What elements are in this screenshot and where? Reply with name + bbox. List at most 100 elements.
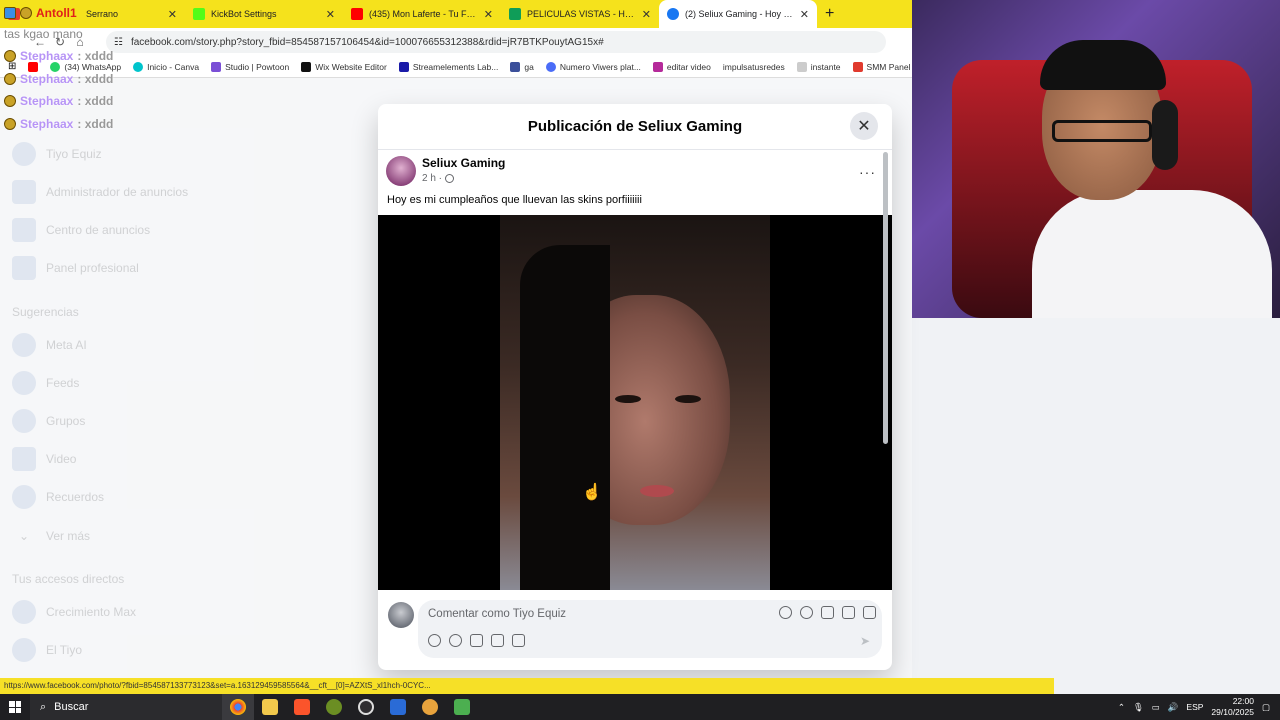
bookmark-canva[interactable]: Inicio - Canva: [133, 61, 199, 72]
taskbar-explorer[interactable]: [254, 694, 286, 720]
kick-favicon-icon: [193, 8, 205, 20]
chat-text: : xddd: [77, 94, 114, 108]
comment-tools-row: [428, 634, 525, 647]
post-video[interactable]: ☝: [378, 215, 892, 590]
post-modal: Publicación de Seliux Gaming ✕ Seliux Ga…: [378, 104, 892, 670]
viwers-icon: [545, 61, 556, 72]
site-info-icon[interactable]: ☷: [114, 37, 123, 48]
bookmark-wix[interactable]: Wix Website Editor: [301, 61, 387, 72]
emoji-icon: [4, 73, 16, 85]
scrollbar[interactable]: [883, 152, 888, 444]
bookmark-streamelements[interactable]: Streamelements Lab...: [398, 61, 499, 72]
tab-close-icon[interactable]: ✕: [326, 8, 335, 21]
windows-icon: [9, 701, 21, 713]
bookmark-viwers[interactable]: Numero Viwers plat...: [545, 61, 641, 72]
clock[interactable]: 22:00 29/10/2025: [1211, 696, 1254, 718]
bookmark-editar-video[interactable]: editar video: [652, 61, 711, 72]
webcam-person: [1032, 190, 1272, 318]
chat-username: Stephaax: [20, 49, 74, 63]
bookmark-label: Streamelements Lab...: [412, 61, 499, 72]
microphone-icon[interactable]: 🎙: [1133, 702, 1144, 713]
chat-username: Stephaax: [20, 94, 74, 108]
sticker-icon[interactable]: [863, 606, 876, 619]
tab-facebook[interactable]: (2) Seliux Gaming - Hoy es mi c ✕: [659, 0, 817, 28]
wix-icon: [301, 61, 312, 72]
tab-close-icon[interactable]: ✕: [642, 8, 651, 21]
bookmark-ga[interactable]: ga: [510, 61, 534, 72]
avatar-sticker-icon[interactable]: [428, 634, 441, 647]
avatar[interactable]: [386, 156, 416, 186]
bookmark-powtoon[interactable]: Studio | Powtoon: [211, 61, 289, 72]
search-icon: ⌕: [40, 700, 47, 713]
chat-line: Stephaax: xddd: [4, 94, 113, 108]
bookmark-youtube[interactable]: [28, 61, 39, 72]
taskbar-chrome[interactable]: [222, 694, 254, 720]
bookmark-label: ga: [524, 61, 534, 72]
facebook-favicon-icon: [667, 8, 679, 20]
taskbar-obs[interactable]: [350, 694, 382, 720]
start-button[interactable]: [0, 694, 30, 720]
taskbar-search[interactable]: ⌕ Buscar: [30, 694, 222, 720]
hand-cursor-icon: ☝: [582, 484, 602, 501]
chat-username: Antoll1: [36, 6, 77, 20]
close-icon[interactable]: ✕: [850, 112, 878, 140]
url-text: facebook.com/story.php?story_fbid=854587…: [130, 36, 604, 48]
taskbar-app-4[interactable]: [318, 694, 350, 720]
powtoon-icon: [211, 61, 222, 72]
youtube-favicon-icon: [351, 8, 363, 20]
modal-title: Publicación de Seliux Gaming: [527, 118, 743, 135]
tab-kickbot[interactable]: KickBot Settings ✕: [185, 0, 343, 28]
tab-sheets[interactable]: PELICULAS VISTAS - Hojas de c ✕: [501, 0, 659, 28]
taskbar-app-7[interactable]: [414, 694, 446, 720]
notifications-icon[interactable]: ▢: [1262, 702, 1270, 713]
avatar[interactable]: [388, 602, 414, 628]
tab-label: (435) Mon Laferte - Tu Falta De: [369, 9, 478, 19]
tab-youtube[interactable]: (435) Mon Laferte - Tu Falta De ✕: [343, 0, 501, 28]
post-time[interactable]: 2 h ·: [422, 173, 442, 184]
taskbar-brave[interactable]: [286, 694, 318, 720]
emoji-icon[interactable]: [800, 606, 813, 619]
taskbar-search-label: Buscar: [54, 701, 89, 713]
bookmark-label: Wix Website Editor: [315, 61, 387, 72]
post-header: Seliux Gaming 2 h ·: [386, 156, 505, 186]
gif-icon[interactable]: [491, 634, 504, 647]
video-lips: [640, 485, 674, 497]
chat-message: tas kgao mano: [4, 27, 83, 41]
camera-icon[interactable]: [821, 606, 834, 619]
comment-composer: Comentar como Tiyo Equiz ➤: [388, 600, 882, 660]
system-tray: ⌃ 🎙 ▭ 🔊 ESP 22:00 29/10/2025 ▢: [1118, 694, 1280, 720]
send-icon[interactable]: ➤: [860, 634, 870, 648]
emoji-icon[interactable]: [449, 634, 462, 647]
folder-icon: [262, 699, 278, 715]
video-eye: [615, 395, 641, 403]
taskbar-app-8[interactable]: [446, 694, 478, 720]
chevron-up-icon[interactable]: ⌃: [1118, 702, 1125, 713]
comment-input[interactable]: Comentar como Tiyo Equiz ➤: [418, 600, 882, 658]
gif-icon[interactable]: [842, 606, 855, 619]
bookmark-label: (34) WhatsApp: [64, 61, 122, 72]
tab-label: PELICULAS VISTAS - Hojas de c: [527, 9, 636, 19]
comment-placeholder: Comentar como Tiyo Equiz: [428, 608, 567, 620]
bookmark-label: impulsatusredes: [722, 61, 785, 72]
volume-icon[interactable]: 🔊: [1168, 702, 1179, 713]
bookmark-impulsatusredes[interactable]: impulsatusredes: [723, 62, 785, 72]
post-author[interactable]: Seliux Gaming: [422, 156, 505, 170]
language-indicator[interactable]: ESP: [1186, 702, 1203, 712]
bookmark-whatsapp[interactable]: (34) WhatsApp: [50, 61, 122, 72]
taskbar: ⌕ Buscar ⌃ 🎙 ▭ 🔊 ESP 22:00 29/10/2025 ▢: [0, 694, 1280, 720]
url-input[interactable]: ☷ facebook.com/story.php?story_fbid=8545…: [106, 31, 886, 53]
camera-icon[interactable]: [470, 634, 483, 647]
tab-close-icon[interactable]: ✕: [168, 8, 177, 21]
tab-strip: Serrano ✕ KickBot Settings ✕ (435) Mon L…: [0, 0, 912, 28]
clock-date: 29/10/2025: [1211, 707, 1254, 717]
more-options-icon[interactable]: ···: [859, 164, 876, 180]
new-tab-button[interactable]: +: [817, 5, 842, 23]
bookmark-label: instante: [810, 61, 841, 72]
bookmark-instante[interactable]: instante: [796, 61, 841, 72]
avatar-sticker-icon[interactable]: [779, 606, 792, 619]
tab-close-icon[interactable]: ✕: [484, 8, 493, 21]
taskbar-app-6[interactable]: [382, 694, 414, 720]
network-icon[interactable]: ▭: [1152, 702, 1160, 713]
tab-close-icon[interactable]: ✕: [800, 8, 809, 21]
sticker-icon[interactable]: [512, 634, 525, 647]
